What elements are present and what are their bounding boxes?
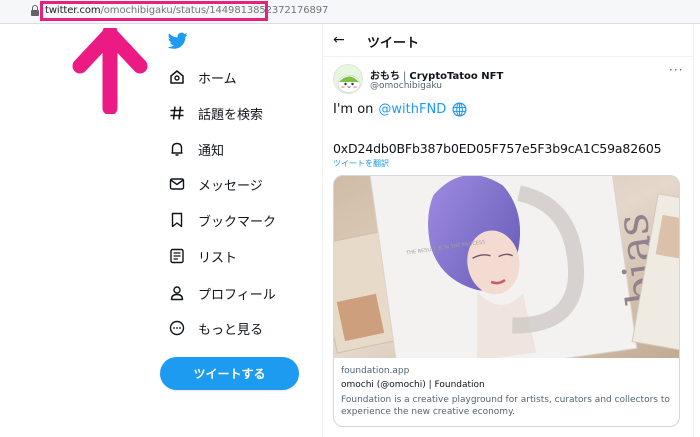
tweet-text-address: 0xD24db0BFb387b0ED05F757e5F3b9cA1C59a826… xyxy=(333,141,662,156)
author-handle[interactable]: @omochibigaku xyxy=(370,81,442,91)
sidebar-item-label: メッセージ xyxy=(198,178,263,194)
sidebar-item-more[interactable]: もっと見る xyxy=(168,318,263,338)
card-description: Foundation is a creative playground for … xyxy=(341,395,670,417)
card-image: THE RESULT IS IN THE PROCESS bias xyxy=(334,176,679,358)
column-divider xyxy=(693,24,694,437)
author-display-name[interactable]: おもち | CryptoTatoo NFT xyxy=(370,67,503,82)
twitter-bird-icon[interactable] xyxy=(168,32,188,50)
header-divider xyxy=(323,56,693,57)
sidebar-item-bookmarks[interactable]: ブックマーク xyxy=(168,210,276,230)
more-circle-icon xyxy=(168,319,186,337)
sidebar-item-lists[interactable]: リスト xyxy=(168,246,237,266)
address-bar[interactable]: twitter.com/omochibigaku/status/14498138… xyxy=(0,0,700,24)
sidebar-item-label: ブックマーク xyxy=(198,214,277,230)
tweet-text: I'm on xyxy=(333,102,374,117)
globe-icon xyxy=(452,102,467,117)
card-title: omochi (@omochi) | Foundation xyxy=(341,380,485,390)
tweet-button[interactable]: ツイートする xyxy=(160,357,299,390)
list-icon xyxy=(168,247,186,265)
hashtag-icon xyxy=(168,104,186,122)
translate-link[interactable]: ツイートを翻訳 xyxy=(333,158,389,169)
sidebar-item-label: プロフィール xyxy=(198,287,276,303)
card-domain: foundation.app xyxy=(341,366,410,376)
sidebar-item-label: 通知 xyxy=(198,143,225,159)
sidebar-item-messages[interactable]: メッセージ xyxy=(168,174,263,194)
sidebar-item-label: ホーム xyxy=(198,71,237,87)
sidebar-item-profile[interactable]: プロフィール xyxy=(168,283,276,303)
profile-icon xyxy=(168,284,186,302)
sidebar-item-explore[interactable]: 話題を検索 xyxy=(168,103,263,123)
pink-arrow-annotation xyxy=(72,28,148,114)
back-arrow-button[interactable]: ← xyxy=(333,32,345,48)
more-options-icon[interactable]: ··· xyxy=(669,63,683,77)
sidebar-item-label: 話題を検索 xyxy=(198,107,264,123)
mention-link[interactable]: @withFND xyxy=(378,102,446,117)
bookmark-icon xyxy=(168,211,186,229)
home-icon xyxy=(168,68,186,86)
page-title: ツイート xyxy=(367,36,420,51)
sidebar-item-label: もっと見る xyxy=(198,322,264,338)
sidebar-item-home[interactable]: ホーム xyxy=(168,67,237,87)
link-preview-card[interactable]: THE RESULT IS IN THE PROCESS bias founda… xyxy=(333,175,680,427)
sidebar-item-notifications[interactable]: 通知 xyxy=(168,139,224,159)
tweet-text-line: I'm on @withFND xyxy=(333,102,467,117)
sidebar-item-label: リスト xyxy=(198,250,238,266)
bell-icon xyxy=(168,140,186,158)
column-divider xyxy=(322,24,323,437)
lock-icon xyxy=(31,5,39,16)
avatar[interactable] xyxy=(333,64,363,94)
url-highlight-box xyxy=(40,1,268,21)
mail-icon xyxy=(168,175,186,193)
